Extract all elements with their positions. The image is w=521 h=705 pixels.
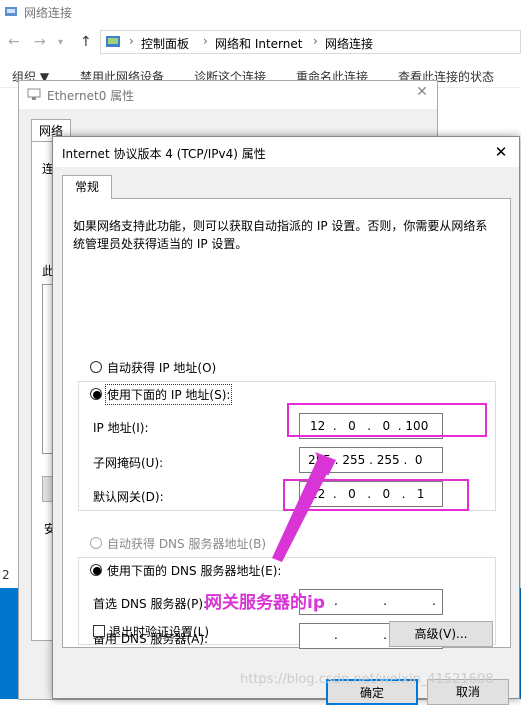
address-bar[interactable]: › 控制面板 › 网络和 Internet › 网络连接 [100,30,521,54]
validate-checkbox[interactable] [93,625,105,637]
ethernet-title: Ethernet0 属性 [47,89,135,103]
explorer-title: 网络连接 [24,6,73,20]
back-arrow-icon[interactable]: ← [8,34,20,50]
close-icon[interactable]: ✕ [411,84,433,104]
validate-label[interactable]: 退出时验证设置(L) [109,623,209,640]
ipv4-properties-dialog: Internet 协议版本 4 (TCP/IPv4) 属性 ✕ 常规 如果网络支… [52,136,520,705]
auto-dns-radio[interactable] [90,537,102,549]
dialog-title: Internet 协议版本 4 (TCP/IPv4) 属性 [62,147,266,161]
close-icon[interactable]: ✕ [489,141,513,163]
subnet-mask-label: 子网掩码(U): [93,456,164,470]
breadcrumb-network-connections[interactable]: 网络连接 [325,35,373,52]
mask-octet-4: 0 [414,453,423,467]
tab-general[interactable]: 常规 [62,175,112,199]
auto-ip-radio[interactable] [90,361,102,373]
control-panel-icon [105,34,121,50]
item-count: 2 [2,568,10,582]
ethernet-titlebar: Ethernet0 属性 ✕ [19,81,437,109]
explorer-titlebar: 网络连接 [0,0,521,24]
breadcrumb-separator: › [203,34,208,48]
manual-ip-label[interactable]: 使用下面的 IP 地址(S): [105,384,233,405]
annotation-arrow [272,452,336,562]
manual-ip-radio[interactable] [90,388,102,400]
description-text: 如果网络支持此功能，则可以获取自动指派的 IP 设置。否则，你需要从网络系统管理… [73,219,488,251]
annotation-text: 网关服务器的ip [205,593,325,613]
breadcrumb-separator: › [129,34,134,48]
auto-ip-label[interactable]: 自动获得 IP 地址(O) [107,359,216,376]
gateway-label: 默认网关(D): [93,490,164,504]
network-folder-icon [4,4,18,18]
advanced-button[interactable]: 高级(V)... [389,621,493,647]
preferred-dns-dots: . . . [334,594,442,608]
recent-chevron-icon[interactable]: ▾ [58,37,63,48]
auto-dns-label[interactable]: 自动获得 DNS 服务器地址(B) [107,535,266,552]
up-arrow-icon[interactable]: ↑ [80,34,92,50]
mask-octet-3: 255 [376,453,400,467]
breadcrumb-separator: › [313,34,318,48]
preferred-dns-label: 首选 DNS 服务器(P): [93,597,208,611]
manual-dns-label[interactable]: 使用下面的 DNS 服务器地址(E): [107,562,281,579]
forward-arrow-icon[interactable]: → [34,34,46,50]
breadcrumb-control-panel[interactable]: 控制面板 [141,35,189,52]
manual-dns-radio[interactable] [90,564,102,576]
mask-octet-2: 255 [342,453,366,467]
ip-highlight-box [287,403,487,437]
network-adapter-icon [27,87,41,101]
watermark: https://blog.csdn.net/weixin_41521608 [240,672,494,687]
dialog-titlebar: Internet 协议版本 4 (TCP/IPv4) 属性 ✕ [53,137,519,167]
ip-address-label: IP 地址(I): [93,421,149,435]
breadcrumb-network-internet[interactable]: 网络和 Internet [215,35,302,52]
